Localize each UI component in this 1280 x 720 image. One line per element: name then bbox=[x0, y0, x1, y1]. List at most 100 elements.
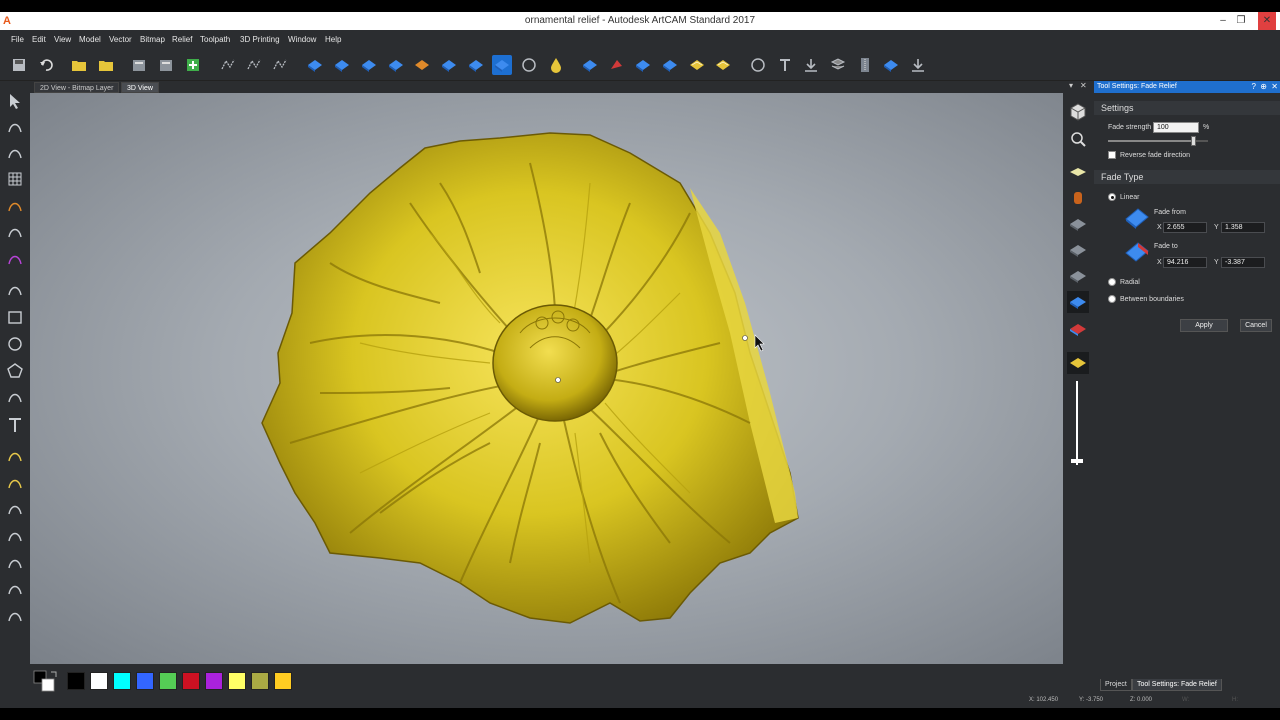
fade-relief-active-icon[interactable] bbox=[1067, 291, 1089, 313]
relief-shaded-icon[interactable] bbox=[1067, 213, 1089, 235]
apply-button[interactable]: Apply bbox=[1180, 319, 1228, 332]
tab-tool-settings[interactable]: Tool Settings: Fade Relief bbox=[1132, 679, 1222, 691]
relief-wireframe-icon[interactable] bbox=[1067, 265, 1089, 287]
tab-3d-view[interactable]: 3D View bbox=[121, 82, 159, 93]
smooth-icon[interactable] bbox=[519, 55, 539, 75]
fade-strength-slider-track[interactable] bbox=[1108, 136, 1208, 146]
fade-relief-icon[interactable] bbox=[492, 55, 512, 75]
color-swatch[interactable] bbox=[113, 672, 131, 690]
view-slider-track[interactable] bbox=[1071, 381, 1083, 465]
view-cube-icon[interactable] bbox=[1067, 101, 1089, 123]
brush-icon[interactable] bbox=[5, 222, 25, 242]
export-icon[interactable] bbox=[908, 55, 928, 75]
relief-arrow-icon[interactable] bbox=[881, 55, 901, 75]
wave-icon[interactable] bbox=[244, 55, 264, 75]
fade-type-section-header[interactable]: Fade Type bbox=[1094, 170, 1280, 184]
color-swatch[interactable] bbox=[90, 672, 108, 690]
zoom-icon[interactable] bbox=[1067, 128, 1089, 150]
node-icon[interactable] bbox=[218, 55, 238, 75]
add-relief-icon[interactable] bbox=[183, 55, 203, 75]
drop-icon[interactable] bbox=[546, 55, 566, 75]
maximize-button[interactable]: ❐ bbox=[1232, 12, 1250, 30]
color-swatch[interactable] bbox=[205, 672, 223, 690]
eraser-icon[interactable] bbox=[606, 55, 626, 75]
join-icon[interactable] bbox=[5, 553, 25, 573]
grid-icon[interactable] bbox=[5, 169, 25, 189]
menu-3d-printing[interactable]: 3D Printing bbox=[240, 35, 280, 44]
close-window-button[interactable]: ✕ bbox=[1258, 12, 1276, 30]
save-icon[interactable] bbox=[9, 55, 29, 75]
panel-close-icon[interactable]: ✕ bbox=[1271, 81, 1278, 93]
fade-start-handle[interactable] bbox=[555, 377, 561, 383]
open-model-icon[interactable] bbox=[96, 55, 116, 75]
bound-icon[interactable] bbox=[5, 579, 25, 599]
relief-flat-icon[interactable] bbox=[660, 55, 680, 75]
text-icon[interactable] bbox=[775, 55, 795, 75]
menu-view[interactable]: View bbox=[54, 35, 71, 44]
stack-icon[interactable] bbox=[828, 55, 848, 75]
3d-viewport[interactable] bbox=[30, 93, 1063, 664]
zip-icon[interactable] bbox=[855, 55, 875, 75]
lasso-icon[interactable] bbox=[5, 196, 25, 216]
collapse-close-icon[interactable]: ✕ bbox=[1080, 81, 1087, 90]
collapse-arrow-icon[interactable]: ▾ bbox=[1069, 81, 1073, 90]
fade-end-handle[interactable] bbox=[742, 335, 748, 341]
transform-icon[interactable] bbox=[5, 143, 25, 163]
relief-subtract-icon[interactable] bbox=[359, 55, 379, 75]
shape-blue-icon[interactable] bbox=[580, 55, 600, 75]
menu-model[interactable]: Model bbox=[79, 35, 101, 44]
help-icon[interactable]: ? bbox=[1252, 81, 1256, 93]
tab-project[interactable]: Project bbox=[1100, 679, 1132, 691]
relief-add-icon[interactable] bbox=[332, 55, 352, 75]
crop-icon[interactable] bbox=[5, 249, 25, 269]
color-swatch[interactable] bbox=[274, 672, 292, 690]
undo-icon[interactable] bbox=[36, 55, 56, 75]
color-swatch[interactable] bbox=[136, 672, 154, 690]
select-icon[interactable] bbox=[5, 91, 25, 111]
vector-tool-icon[interactable] bbox=[5, 446, 25, 466]
relief-color-icon[interactable] bbox=[1067, 318, 1089, 340]
polyline-icon[interactable] bbox=[270, 55, 290, 75]
fade-strength-input[interactable]: 100 bbox=[1153, 122, 1199, 133]
minimize-button[interactable]: – bbox=[1214, 12, 1232, 30]
relief-layer-icon[interactable] bbox=[439, 55, 459, 75]
fill-icon[interactable] bbox=[5, 606, 25, 626]
fade-from-y-input[interactable]: 1.358 bbox=[1221, 222, 1265, 233]
color-swatch[interactable] bbox=[159, 672, 177, 690]
relief-scale-icon[interactable] bbox=[466, 55, 486, 75]
between-boundaries-radio[interactable] bbox=[1108, 295, 1116, 303]
reverse-fade-checkbox[interactable] bbox=[1108, 151, 1116, 159]
arc-icon[interactable] bbox=[5, 387, 25, 407]
color-swatch[interactable] bbox=[182, 672, 200, 690]
menu-relief[interactable]: Relief bbox=[172, 35, 192, 44]
ellipse-icon[interactable] bbox=[5, 334, 25, 354]
cylinder-icon[interactable] bbox=[1067, 187, 1089, 209]
flat-plane-icon[interactable] bbox=[1067, 161, 1089, 183]
menu-vector[interactable]: Vector bbox=[109, 35, 132, 44]
menu-toolpath[interactable]: Toolpath bbox=[200, 35, 230, 44]
relief-blue-icon[interactable] bbox=[305, 55, 325, 75]
fade-strength-slider-thumb[interactable] bbox=[1191, 136, 1196, 146]
linear-radio[interactable] bbox=[1108, 193, 1116, 201]
rectangle-icon[interactable] bbox=[5, 307, 25, 327]
curve-icon[interactable] bbox=[5, 499, 25, 519]
yellow-relief-icon[interactable] bbox=[1067, 352, 1089, 374]
pen-icon[interactable] bbox=[5, 280, 25, 300]
color-swatch[interactable] bbox=[228, 672, 246, 690]
relief-orange-icon[interactable] bbox=[412, 55, 432, 75]
yellow-layer-icon[interactable] bbox=[713, 55, 733, 75]
node-edit-icon[interactable] bbox=[5, 117, 25, 137]
fade-to-x-input[interactable]: 94.216 bbox=[1163, 257, 1207, 268]
text-tool-icon[interactable] bbox=[5, 415, 25, 435]
settings-section-header[interactable]: Settings bbox=[1094, 101, 1280, 115]
primary-secondary-color-icon[interactable] bbox=[32, 669, 58, 693]
menu-bitmap[interactable]: Bitmap bbox=[140, 35, 165, 44]
magic-icon[interactable] bbox=[5, 473, 25, 493]
download-icon[interactable] bbox=[801, 55, 821, 75]
view-slider-thumb[interactable] bbox=[1071, 459, 1083, 463]
texture-icon[interactable] bbox=[687, 55, 707, 75]
menu-edit[interactable]: Edit bbox=[32, 35, 46, 44]
color-swatch[interactable] bbox=[251, 672, 269, 690]
offset-icon[interactable] bbox=[5, 526, 25, 546]
pin-icon[interactable]: ⊕ bbox=[1260, 81, 1267, 93]
